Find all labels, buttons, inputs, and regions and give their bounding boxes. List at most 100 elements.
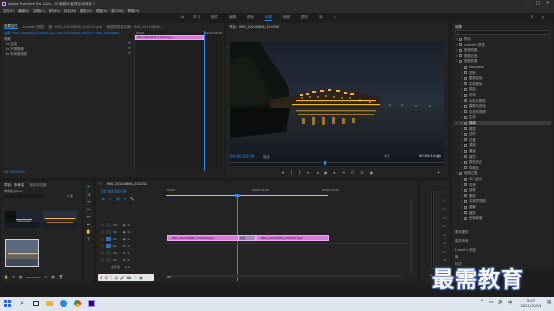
- reset-icon[interactable]: ↺: [128, 41, 131, 45]
- chevron-right-icon[interactable]: ›: [456, 37, 457, 41]
- chevron-right-icon[interactable]: ›: [461, 132, 462, 136]
- master-track-header[interactable]: 主声道 0.0: [111, 265, 130, 269]
- track-solo-icon[interactable]: S: [127, 258, 129, 262]
- add-button-icon[interactable]: +: [437, 170, 440, 175]
- track-lock-icon[interactable]: ▢: [101, 237, 104, 241]
- effects-list-item[interactable]: › 键控: [454, 155, 551, 159]
- project-thumb-3[interactable]: [5, 239, 39, 267]
- search-icon[interactable]: ⌕: [531, 14, 534, 20]
- selection-tool-icon[interactable]: ➤: [86, 185, 92, 191]
- sogou-logo-icon[interactable]: S: [100, 276, 102, 280]
- track-lock-icon[interactable]: ▢: [101, 244, 104, 248]
- chevron-right-icon[interactable]: ›: [456, 43, 457, 47]
- workspace-more[interactable]: »: [334, 15, 336, 21]
- chevron-right-icon[interactable]: ›: [461, 155, 462, 159]
- effects-list-item[interactable]: › 视频: [454, 121, 551, 126]
- maximize-icon[interactable]: □: [536, 0, 540, 5]
- effects-list-item[interactable]: › 视频效果: [454, 59, 551, 63]
- menu-view[interactable]: 视图(V): [96, 8, 107, 13]
- track-sync-icon[interactable]: ⇋: [127, 230, 130, 234]
- effects-list-item[interactable]: › 音频过渡: [454, 54, 551, 58]
- workspace-graphics[interactable]: 图形: [301, 15, 308, 21]
- audio-track-header[interactable]: ▢ A1 M S: [101, 243, 165, 249]
- track-sync-icon[interactable]: ⇋: [127, 223, 130, 227]
- nest-icon[interactable]: ⧉: [102, 197, 105, 201]
- new-item-icon[interactable]: ▣: [52, 275, 55, 279]
- toolbox-icon[interactable]: ▦: [140, 276, 143, 280]
- chevron-right-icon[interactable]: ›: [461, 115, 462, 119]
- workspace-editing[interactable]: 编辑: [229, 15, 236, 21]
- chevron-right-icon[interactable]: ›: [461, 87, 462, 91]
- file-explorer-icon[interactable]: [46, 301, 53, 306]
- tab-media-browser[interactable]: 媒体浏览器: [29, 182, 46, 187]
- track-eye-icon[interactable]: ◉: [123, 223, 126, 227]
- transition-block[interactable]: 交叉: [238, 235, 256, 241]
- work-area-bar[interactable]: [166, 195, 328, 196]
- workspace-audio[interactable]: 音频: [283, 15, 290, 21]
- go-to-out-icon[interactable]: ⇥: [342, 170, 345, 175]
- effects-search[interactable]: ⌕: [455, 30, 550, 35]
- home-icon[interactable]: ⌂: [181, 15, 184, 20]
- timeline-clip-2[interactable]: IMG_20210806_210437.jpg: [256, 235, 329, 241]
- tray-chevron-icon[interactable]: ^: [480, 300, 484, 305]
- program-quality-select[interactable]: 1/2: [384, 154, 389, 158]
- tab-lumetri-scopes[interactable]: Lumetri 范围: [23, 24, 44, 29]
- chevron-right-icon[interactable]: ›: [461, 194, 462, 198]
- track-target-icon[interactable]: [105, 236, 111, 241]
- add-marker-icon[interactable]: ▾: [124, 197, 126, 201]
- effects-list-item[interactable]: › 擦除: [454, 194, 551, 198]
- punctuation-icon[interactable]: °,: [110, 276, 113, 280]
- effects-list-item[interactable]: › 过时: [454, 132, 551, 136]
- windows-start-icon[interactable]: [4, 300, 11, 307]
- effects-list-item[interactable]: › 实用程序: [454, 82, 551, 86]
- effects-list-item[interactable]: › 页面剥落: [454, 216, 551, 220]
- chevron-right-icon[interactable]: ›: [461, 76, 462, 80]
- effects-list-item[interactable]: › 时间: [454, 93, 551, 97]
- premiere-pro-icon[interactable]: [88, 300, 95, 307]
- play-icon[interactable]: ▶: [324, 170, 327, 175]
- mark-in-icon[interactable]: {: [290, 170, 293, 175]
- video-track-header[interactable]: ▢ V3 ◉ ⇋: [101, 222, 165, 228]
- chevron-right-icon[interactable]: ›: [456, 48, 457, 52]
- menu-marker[interactable]: 标记(M): [64, 8, 76, 13]
- chevron-right-icon[interactable]: ›: [461, 127, 462, 131]
- video-track-header[interactable]: ▢ V2 ◉ ⇋: [101, 229, 165, 235]
- list-view-icon[interactable]: ≡: [12, 275, 15, 279]
- workspace-assembly[interactable]: 组件: [211, 15, 218, 21]
- effects-list-item[interactable]: › 图像控制: [454, 76, 551, 80]
- effects-list-item[interactable]: › 模糊与锐化: [454, 104, 551, 108]
- tab-effects[interactable]: 效果: [455, 24, 462, 29]
- effects-list-item[interactable]: › 3D 运动: [454, 177, 551, 181]
- track-mute-icon[interactable]: M: [123, 251, 126, 255]
- slip-tool-icon[interactable]: ↔: [86, 215, 92, 221]
- emoji-icon[interactable]: ☺: [115, 276, 119, 280]
- clock[interactable]: 9:47 2021/10/15: [517, 299, 545, 309]
- timeline-close-icon[interactable]: ✕: [99, 182, 102, 186]
- audio-track-header[interactable]: ▢ A2 M S: [101, 250, 165, 256]
- razor-tool-icon[interactable]: ✂: [86, 208, 92, 214]
- ime-indicator[interactable]: 中: [508, 300, 513, 306]
- tab-audio-mixer[interactable]: 音频剪辑混合器：IMG_20210806_...: [107, 24, 165, 29]
- track-solo-icon[interactable]: S: [127, 251, 129, 255]
- chrome-icon[interactable]: [74, 300, 81, 307]
- timeline-timecode[interactable]: 00:00:04:09: [101, 189, 127, 194]
- chevron-right-icon[interactable]: ›: [461, 177, 462, 181]
- mini-playhead[interactable]: [204, 31, 205, 171]
- track-eye-icon[interactable]: ◉: [123, 237, 126, 241]
- program-timecode[interactable]: 00:00:04:09: [230, 154, 254, 159]
- effects-list-item[interactable]: › 生成: [454, 115, 551, 119]
- video-track-header[interactable]: ▢ V1 ◉ ⇋: [101, 236, 165, 242]
- track-eye-icon[interactable]: ◉: [123, 230, 126, 234]
- chevron-right-icon[interactable]: ›: [461, 138, 462, 142]
- program-playhead[interactable]: [324, 160, 326, 165]
- panel-lumetri-color[interactable]: Lumetri 颜色: [452, 248, 553, 252]
- step-forward-icon[interactable]: ▸: [334, 170, 336, 175]
- search-icon[interactable]: ⌕: [20, 299, 24, 308]
- chevron-right-icon[interactable]: ›: [461, 99, 462, 103]
- effects-list-item[interactable]: › 沉浸式视频: [454, 199, 551, 203]
- effects-list-item[interactable]: › 溶解: [454, 205, 551, 209]
- project-thumb-1[interactable]: [5, 211, 39, 228]
- panel-essential-graphics[interactable]: 基本图形: [452, 230, 553, 234]
- effects-list-item[interactable]: › 预设: [454, 37, 551, 41]
- effects-list-item[interactable]: › 音频效果: [454, 48, 551, 52]
